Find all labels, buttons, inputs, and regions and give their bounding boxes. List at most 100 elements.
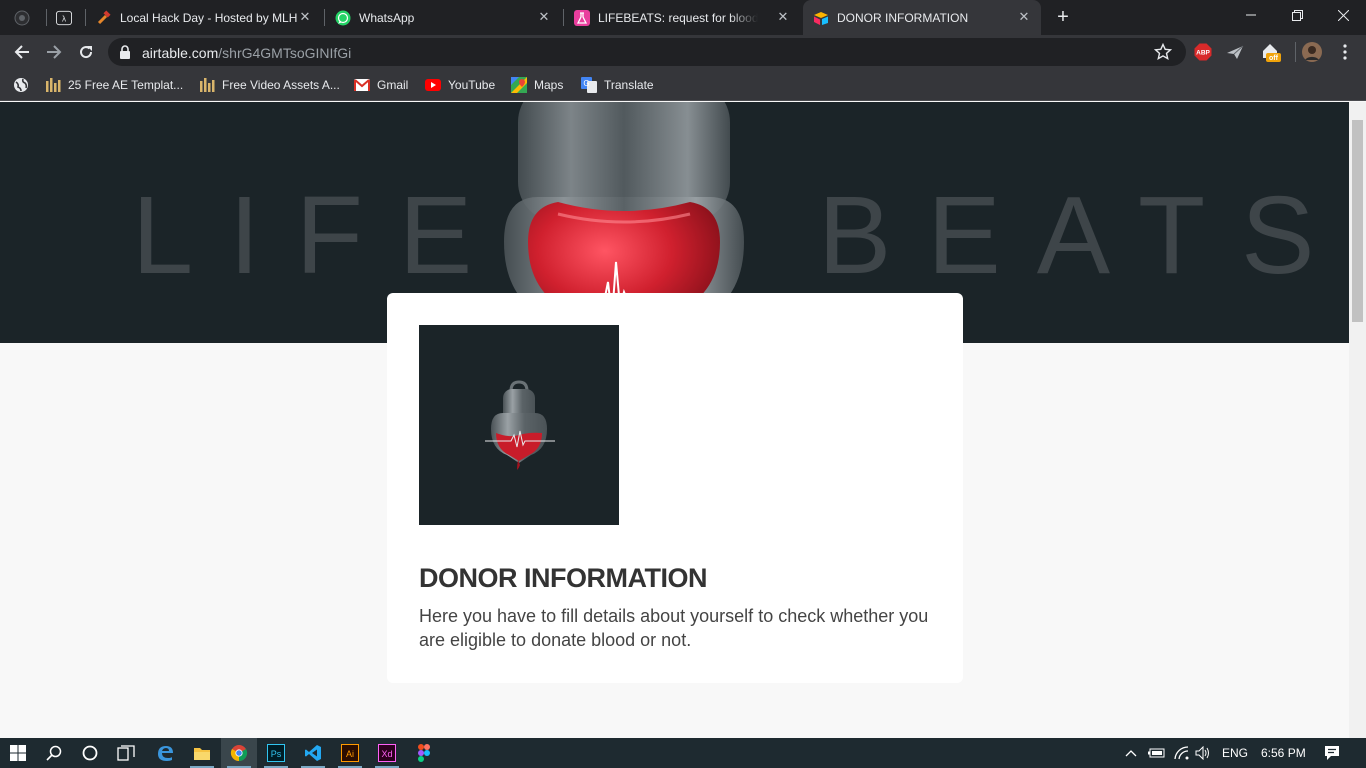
adobe-xd-icon[interactable]: Xd xyxy=(369,738,405,768)
flask-icon xyxy=(574,9,590,26)
gmail-icon xyxy=(354,77,370,93)
honey-extension-icon[interactable]: off xyxy=(1259,42,1283,62)
bookmark-star-icon[interactable] xyxy=(1153,42,1173,66)
form-logo xyxy=(419,325,619,525)
show-hidden-icons-icon[interactable] xyxy=(1125,738,1137,768)
form-description: Here you have to fill details about your… xyxy=(419,606,929,650)
close-icon[interactable]: ✕ xyxy=(298,10,312,24)
arrow-left-icon xyxy=(14,45,29,59)
clock[interactable]: 6:56 PM xyxy=(1261,738,1306,768)
close-icon[interactable]: ✕ xyxy=(1017,10,1031,24)
tab-title: DONOR INFORMATION xyxy=(837,10,969,25)
search-icon[interactable] xyxy=(36,738,72,768)
blood-bag-logo-icon xyxy=(485,380,555,470)
page-scrollbar[interactable] xyxy=(1349,102,1366,738)
bookmark-translate[interactable]: G Translate xyxy=(581,75,654,95)
vscode-icon[interactable] xyxy=(295,738,331,768)
url-host: airtable.com xyxy=(142,45,219,61)
paper-plane-icon[interactable] xyxy=(1225,42,1245,62)
new-tab-button[interactable]: + xyxy=(1052,6,1074,28)
close-icon[interactable]: ✕ xyxy=(537,10,551,24)
tab-separator xyxy=(324,9,325,26)
figma-icon[interactable] xyxy=(406,738,442,768)
bookmark-label: 25 Free AE Templat... xyxy=(68,78,184,92)
windows-taskbar: Ps Ai Xd ENG 6:56 PM xyxy=(0,738,1366,768)
url-text[interactable]: airtable.com/shrG4GMTsoGINIfGi xyxy=(142,45,351,61)
bookmark-video-assets[interactable]: Free Video Assets A... xyxy=(199,75,340,95)
file-explorer-icon[interactable] xyxy=(184,738,220,768)
apps-bookmark[interactable] xyxy=(13,75,36,95)
off-label: off xyxy=(1269,55,1279,62)
illustrator-icon[interactable]: Ai xyxy=(332,738,368,768)
bookmark-youtube[interactable]: YouTube xyxy=(425,75,495,95)
tab-lambda[interactable]: λ xyxy=(56,0,78,35)
svg-text:Ps: Ps xyxy=(271,749,282,759)
lock-icon[interactable] xyxy=(119,45,131,64)
windows-start-icon[interactable] xyxy=(0,738,36,768)
avatar[interactable] xyxy=(1302,42,1322,62)
toolbar-divider xyxy=(1295,42,1296,62)
tab-title: WhatsApp xyxy=(359,10,415,25)
reload-button[interactable] xyxy=(73,39,99,65)
chrome-icon[interactable] xyxy=(221,738,257,768)
action-center-icon[interactable] xyxy=(1324,738,1340,768)
svg-text:Ai: Ai xyxy=(346,749,354,759)
hammer-icon xyxy=(96,9,112,26)
bookmark-ae-templates[interactable]: 25 Free AE Templat... xyxy=(45,75,183,95)
youtube-icon xyxy=(425,77,441,93)
reload-icon xyxy=(80,46,93,59)
tab-local-hack-day[interactable]: Local Hack Day - Hosted by MLH ✕ xyxy=(96,0,322,35)
bookmark-maps[interactable]: Maps xyxy=(511,75,563,95)
cortana-icon[interactable] xyxy=(72,738,108,768)
url-path: /shrG4GMTsoGINIfGi xyxy=(218,45,352,61)
tab-separator xyxy=(46,9,47,26)
maps-icon xyxy=(511,77,527,93)
tab-strip: λ Local Hack Day - Hosted by MLH ✕ Whats… xyxy=(0,0,1366,35)
photoshop-icon[interactable]: Ps xyxy=(258,738,294,768)
task-view-icon[interactable] xyxy=(108,738,144,768)
forward-button[interactable] xyxy=(41,39,67,65)
bookmark-gmail[interactable]: Gmail xyxy=(354,75,408,95)
more-menu-icon[interactable] xyxy=(1335,42,1355,62)
wifi-icon[interactable] xyxy=(1174,738,1190,768)
bookmark-label: Maps xyxy=(534,78,564,92)
back-button[interactable] xyxy=(9,39,35,65)
github-icon xyxy=(14,10,30,26)
airtable-icon xyxy=(813,10,829,26)
close-icon[interactable]: ✕ xyxy=(776,10,790,24)
tab-whatsapp[interactable]: WhatsApp ✕ xyxy=(335,0,561,35)
translate-icon: G xyxy=(581,77,597,93)
arrow-right-icon xyxy=(47,45,62,59)
restore-button[interactable] xyxy=(1274,0,1320,30)
adblock-plus-icon[interactable]: ABP xyxy=(1193,42,1213,62)
form-card: DONOR INFORMATION Here you have to fill … xyxy=(387,293,963,683)
bookmark-label: Translate xyxy=(604,78,654,92)
scrollbar-thumb[interactable] xyxy=(1352,120,1363,322)
minimize-button[interactable] xyxy=(1228,0,1274,30)
close-window-button[interactable] xyxy=(1320,0,1366,30)
bookmark-label: Free Video Assets A... xyxy=(222,78,340,92)
bookmarks-bar: 25 Free AE Templat... Free Video Assets … xyxy=(0,69,1366,101)
lambda-icon: λ xyxy=(56,10,72,26)
svg-text:Xd: Xd xyxy=(381,749,392,759)
banner-word-right: BEATS xyxy=(818,174,1349,297)
language-indicator[interactable]: ENG xyxy=(1222,738,1248,768)
whatsapp-icon xyxy=(335,10,351,26)
tab-title: Local Hack Day - Hosted by MLH xyxy=(120,10,298,25)
volume-icon[interactable] xyxy=(1195,738,1211,768)
address-bar[interactable]: airtable.com/shrG4GMTsoGINIfGi xyxy=(108,38,1186,66)
tab-github[interactable] xyxy=(14,0,42,35)
tab-separator xyxy=(85,9,86,26)
abp-label: ABP xyxy=(1196,50,1210,57)
bars-icon xyxy=(45,77,61,93)
banner-word-left: LIFE xyxy=(132,174,509,297)
tab-separator xyxy=(563,9,564,26)
tab-donor-information[interactable]: DONOR INFORMATION ✕ xyxy=(803,0,1041,35)
bars-icon xyxy=(199,77,215,93)
svg-text:G: G xyxy=(583,79,589,88)
svg-text:λ: λ xyxy=(62,14,66,23)
page-content: LIFE BEATS DONOR INFORMATION Here you ha… xyxy=(0,102,1349,738)
battery-icon[interactable] xyxy=(1148,738,1166,768)
edge-icon[interactable] xyxy=(147,738,183,768)
tab-lifebeats-request[interactable]: LIFEBEATS: request for blood - Ai ✕ xyxy=(574,0,800,35)
